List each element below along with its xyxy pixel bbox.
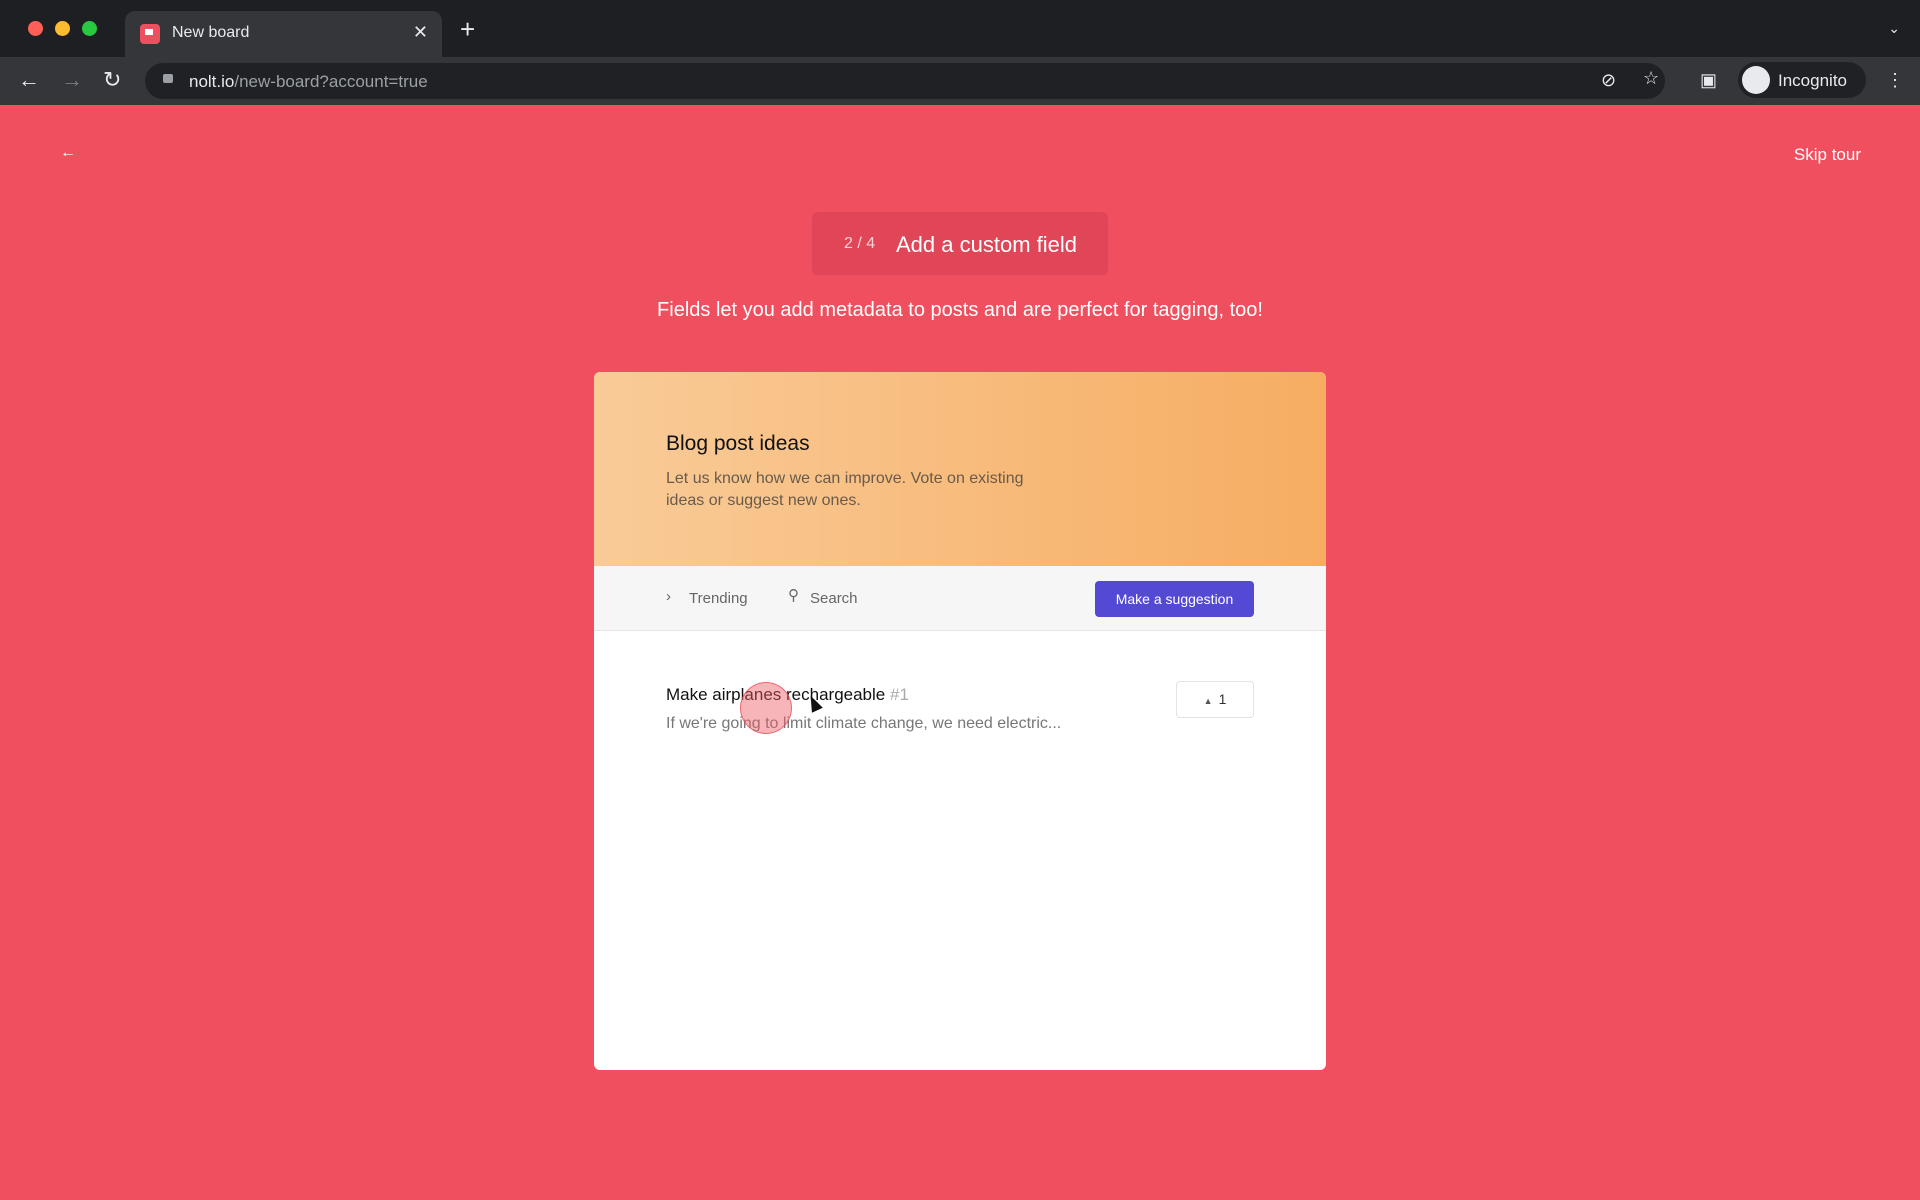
board-header: Blog post ideas Let us know how we can i…: [594, 372, 1326, 566]
browser-tab[interactable]: New board ✕: [125, 11, 442, 57]
tab-search-chevron-icon[interactable]: ⌄: [1888, 20, 1900, 37]
browser-toolbar: ← → ↻ nolt.io/new-board?account=true ⊘ ☆…: [0, 57, 1920, 105]
incognito-icon: [1742, 66, 1770, 94]
close-tab-icon[interactable]: ✕: [413, 22, 428, 43]
maximize-window-button[interactable]: [82, 21, 97, 36]
upvote-arrow-icon: ▲: [1203, 696, 1213, 706]
search-input[interactable]: Search: [810, 590, 858, 607]
incognito-profile[interactable]: Incognito: [1738, 62, 1866, 98]
chevron-right-icon: ›: [666, 588, 671, 605]
step-subtitle: Fields let you add metadata to posts and…: [657, 299, 1263, 321]
new-tab-icon[interactable]: +: [460, 16, 475, 42]
url-host: nolt.io: [189, 72, 235, 91]
profile-label: Incognito: [1778, 71, 1847, 90]
lock-icon: [163, 74, 173, 83]
board-description: Let us know how we can improve. Vote on …: [666, 470, 1024, 509]
search-icon: ⚲: [788, 587, 799, 604]
step-counter: 2 / 4: [844, 235, 876, 252]
skip-tour-link[interactable]: Skip tour: [1794, 145, 1861, 165]
reload-icon[interactable]: ↻: [103, 67, 121, 93]
forward-icon[interactable]: →: [61, 67, 83, 93]
board-toolbar: › Trending ⚲ Search Make a suggestion: [594, 566, 1326, 631]
sort-trending[interactable]: Trending: [689, 590, 748, 607]
vote-count: 1: [1218, 691, 1227, 707]
close-window-button[interactable]: [28, 21, 43, 36]
make-suggestion-button[interactable]: Make a suggestion: [1095, 581, 1254, 617]
address-bar[interactable]: nolt.io/new-board?account=true ⊘ ☆: [145, 63, 1665, 99]
post-item[interactable]: Make airplanes rechargeable #1 If we're …: [666, 685, 1061, 733]
tour-step-header: 2 / 4 Add a custom field: [812, 212, 1108, 275]
star-icon[interactable]: ☆: [1643, 68, 1659, 89]
url-path: /new-board?account=true: [234, 72, 428, 91]
step-title: Add a custom field: [896, 232, 1077, 257]
board-preview: Blog post ideas Let us know how we can i…: [594, 372, 1326, 1070]
eye-off-icon[interactable]: ⊘: [1601, 70, 1616, 91]
post-excerpt: If we're going to limit climate change, …: [666, 715, 1062, 732]
nolt-favicon-icon: [140, 24, 160, 44]
menu-kebab-icon[interactable]: ⋮: [1886, 70, 1904, 91]
click-indicator: [740, 682, 792, 734]
tab-strip: New board ✕ + ⌄: [0, 0, 1920, 57]
side-panel-icon[interactable]: ▣: [1700, 70, 1717, 91]
back-icon[interactable]: ←: [18, 67, 40, 93]
tab-title: New board: [172, 24, 250, 41]
upvote-button[interactable]: ▲ 1: [1176, 681, 1254, 718]
tour-back-icon[interactable]: ←: [60, 144, 76, 162]
board-title: Blog post ideas: [666, 432, 810, 455]
browser-chrome: New board ✕ + ⌄ ← → ↻ nolt.io/new-board?…: [0, 0, 1920, 105]
post-number: #1: [889, 685, 909, 704]
minimize-window-button[interactable]: [55, 21, 70, 36]
